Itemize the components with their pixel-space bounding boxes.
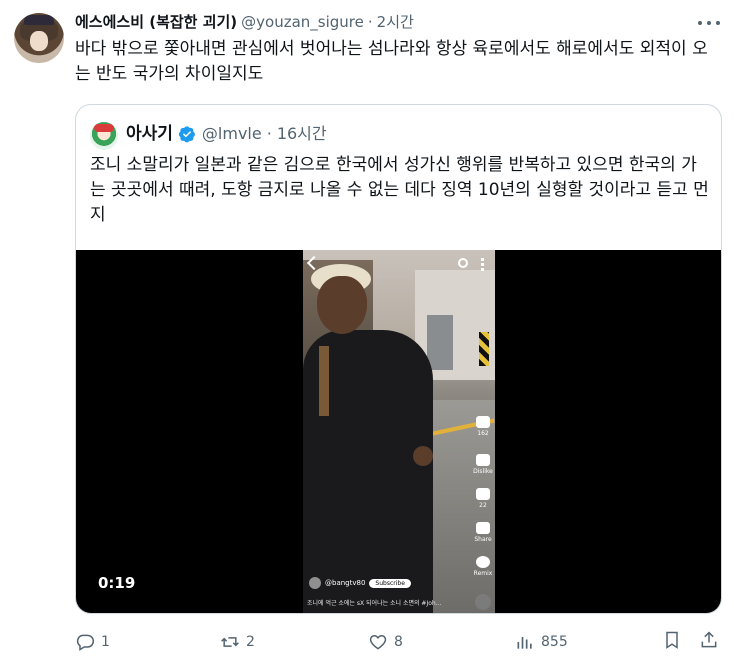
video-comment-overlay: 22 bbox=[471, 488, 495, 510]
video-like-count: 162 bbox=[477, 430, 489, 437]
remix-icon bbox=[476, 556, 490, 568]
video-channel-row: @bangtv80 Subscribe bbox=[309, 577, 411, 589]
video-share-overlay: Share bbox=[471, 522, 495, 544]
views-button[interactable]: 855 bbox=[515, 630, 568, 654]
quoted-author-display-name[interactable]: 아사기 bbox=[126, 123, 173, 145]
video-like-overlay: 162 bbox=[471, 416, 495, 438]
like-icon bbox=[369, 634, 387, 650]
channel-avatar bbox=[309, 577, 321, 589]
tweet-header: 에스에스비 (복잡한 괴기) @youzan_sigure · 2시간 bbox=[75, 12, 414, 32]
retweet-icon bbox=[221, 637, 239, 647]
video-remix-label: Remix bbox=[473, 570, 493, 577]
video-channel-name: @bangtv80 bbox=[325, 579, 366, 587]
video-comment-count: 22 bbox=[479, 502, 487, 509]
video-frame: 162 Dislike 22 Share Remix @bangtv80 Sub… bbox=[303, 250, 495, 613]
views-icon bbox=[517, 637, 532, 649]
quoted-author-avatar[interactable] bbox=[90, 122, 118, 150]
thumbs-down-icon bbox=[476, 454, 490, 466]
reply-count: 1 bbox=[101, 634, 110, 650]
separator-dot: · bbox=[266, 124, 272, 143]
quoted-tweet-text: 조니 소말리가 일본과 같은 김으로 한국에서 성가신 행위를 반복하고 있으면… bbox=[90, 155, 709, 225]
video-dislike-overlay: Dislike bbox=[471, 454, 495, 476]
bookmark-button[interactable] bbox=[662, 630, 682, 650]
quoted-author-handle[interactable]: @lmvle bbox=[202, 123, 262, 145]
author-handle[interactable]: @youzan_sigure bbox=[241, 12, 364, 32]
tweet-action-bar: 1 2 8 855 bbox=[75, 630, 721, 656]
views-count: 855 bbox=[541, 634, 568, 650]
retweet-count: 2 bbox=[246, 634, 255, 650]
quoted-tweet-timestamp[interactable]: 16시간 bbox=[277, 123, 327, 145]
retweet-button[interactable]: 2 bbox=[220, 630, 255, 654]
quoted-tweet-card[interactable]: 아사기 @lmvle · 16시간 조니 소말리가 일본과 같은 김으로 한국에… bbox=[75, 104, 722, 614]
verified-badge-icon bbox=[178, 126, 195, 143]
share-icon bbox=[701, 631, 717, 648]
video-caption: 조니에 억근 소에는 sX 되어나는 소니 소면의 #Joh... bbox=[307, 600, 442, 607]
share-arrow-icon bbox=[476, 522, 490, 534]
reply-icon bbox=[76, 634, 95, 651]
video-duration: 0:19 bbox=[98, 574, 136, 592]
tweet-timestamp[interactable]: 2시간 bbox=[377, 12, 414, 32]
video-remix-overlay: Remix bbox=[471, 556, 495, 578]
thumbs-up-icon bbox=[476, 416, 490, 428]
video-subscribe-label: Subscribe bbox=[369, 578, 411, 588]
more-icon[interactable] bbox=[698, 14, 720, 32]
video-search-icon bbox=[458, 258, 468, 268]
comment-icon bbox=[476, 488, 490, 500]
quoted-tweet-header: 아사기 @lmvle · 16시간 bbox=[126, 123, 327, 145]
tweet-text: 바다 밖으로 쫓아내면 관심에서 벗어나는 섬나라와 항상 육로에서도 해로에서… bbox=[75, 39, 708, 84]
like-count: 8 bbox=[394, 634, 403, 650]
reply-button[interactable]: 1 bbox=[75, 630, 110, 654]
video-dislike-label: Dislike bbox=[473, 468, 493, 475]
share-button[interactable] bbox=[699, 630, 719, 650]
like-button[interactable]: 8 bbox=[368, 630, 403, 654]
separator-dot: · bbox=[367, 13, 373, 31]
video-menu-icon bbox=[481, 258, 484, 271]
video-corner-avatar bbox=[475, 594, 491, 610]
video-player[interactable]: 162 Dislike 22 Share Remix @bangtv80 Sub… bbox=[76, 250, 721, 613]
author-display-name[interactable]: 에스에스비 (복잡한 괴기) bbox=[75, 12, 237, 32]
author-avatar[interactable] bbox=[14, 13, 64, 63]
bookmark-icon bbox=[666, 631, 678, 649]
video-share-label: Share bbox=[474, 536, 492, 543]
